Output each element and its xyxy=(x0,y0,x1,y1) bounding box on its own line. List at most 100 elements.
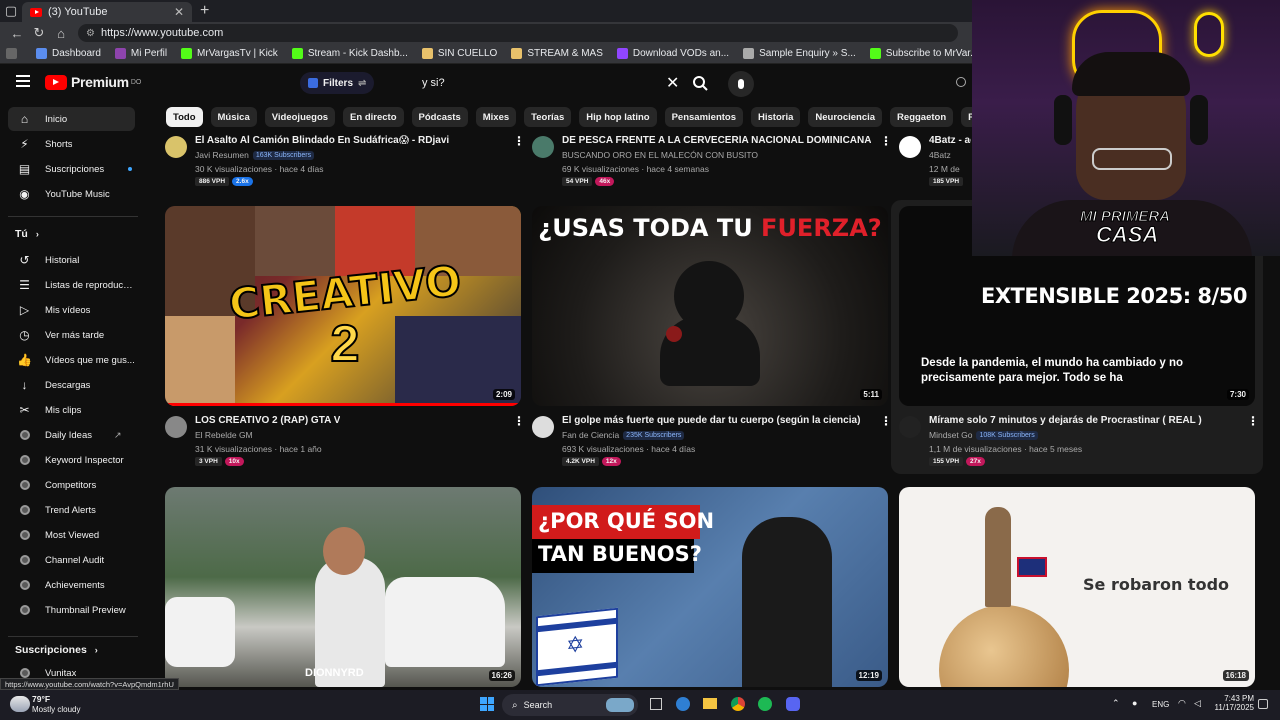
video-thumbnail[interactable]: ¿USAS TODA TU FUERZA? 5:11 xyxy=(532,206,888,406)
youtube-logo[interactable]: Premium DO xyxy=(45,74,141,90)
mic-tray-icon[interactable]: ● xyxy=(1132,698,1137,708)
channel-avatar[interactable] xyxy=(165,416,187,438)
clock[interactable]: 7:43 PM 11/17/2025 xyxy=(1210,694,1254,712)
bookmark-item[interactable]: Sample Enquiry » S... xyxy=(743,48,856,59)
channel-name[interactable]: Fan de Ciencia xyxy=(562,430,619,440)
channel-avatar[interactable] xyxy=(899,136,921,158)
channel-avatar[interactable] xyxy=(165,136,187,158)
video-thumbnail[interactable]: CREATIVO 2 2:09 xyxy=(165,206,521,406)
chip-1[interactable]: Música xyxy=(210,107,257,127)
edge-icon[interactable] xyxy=(676,697,690,711)
discord-icon[interactable] xyxy=(786,697,800,711)
channel-name[interactable]: BUSCANDO ORO EN EL MALECÓN CON BUSITO xyxy=(562,150,758,160)
voice-search-button[interactable] xyxy=(728,71,754,97)
video-title[interactable]: Mírame solo 7 minutos y dejarás de Procr… xyxy=(929,415,1202,426)
bookmark-item[interactable]: Subscribe to MrVar... xyxy=(869,48,978,59)
sidebar-item[interactable]: ▷ Mis vídeos xyxy=(8,298,135,322)
video-thumbnail[interactable]: DIONNYRD 16:26 xyxy=(165,487,521,687)
sidebar-item[interactable]: Channel Audit xyxy=(8,548,135,572)
sidebar-item[interactable]: ↓ Descargas xyxy=(8,373,135,397)
bookmark-item[interactable]: SIN CUELLO xyxy=(421,48,497,59)
home-browser-icon[interactable]: ⌂ xyxy=(50,26,72,41)
bookmark-item[interactable]: Download VODs an... xyxy=(616,48,729,59)
sidebar-item[interactable]: Competitors xyxy=(8,473,135,497)
channel-name[interactable]: 4Batz xyxy=(929,150,951,160)
sidebar-item[interactable]: Keyword Inspector xyxy=(8,448,135,472)
chip-7[interactable]: Hip hop latino xyxy=(579,107,657,127)
spotify-icon[interactable] xyxy=(758,697,772,711)
chip-5[interactable]: Mixes xyxy=(475,107,517,127)
sidebar-item[interactable]: ✂ Mis clips xyxy=(8,398,135,422)
channel-name[interactable]: Javi Resumen xyxy=(195,150,249,160)
weather-desc[interactable]: Mostly cloudy xyxy=(32,705,80,714)
video-title[interactable]: El golpe más fuerte que puede dar tu cue… xyxy=(562,415,860,426)
video-title[interactable]: 4Batz - ac xyxy=(929,135,971,146)
chip-11[interactable]: Reggaeton xyxy=(890,107,954,127)
sidebar-item[interactable]: ▤ Suscripciones xyxy=(8,157,135,181)
file-explorer-icon[interactable] xyxy=(703,698,717,709)
chip-6[interactable]: Teorías xyxy=(524,107,572,127)
chip-0[interactable]: Todo xyxy=(166,107,203,127)
tray-chevron-icon[interactable]: ⌃ xyxy=(1112,698,1120,709)
taskbar-search[interactable]: ⌕ Search xyxy=(502,694,638,716)
sidebar-item[interactable]: Achievements xyxy=(8,573,135,597)
sidebar-item[interactable]: Daily Ideas ↗ xyxy=(8,423,135,447)
sidebar-item[interactable]: ⌂ Inicio xyxy=(8,107,135,131)
filters-button[interactable]: Filters ⇌ xyxy=(300,72,375,94)
volume-icon[interactable]: ◁ xyxy=(1194,698,1201,709)
site-info-icon[interactable]: ⚙ xyxy=(86,28,95,39)
video-thumbnail[interactable]: Se robaron todo 16:18 xyxy=(899,487,1255,687)
sidebar-item[interactable]: 👍 Vídeos que me gus... xyxy=(8,348,135,372)
video-title[interactable]: El Asalto Al Camión Blindado En Sudáfric… xyxy=(195,135,449,146)
sidebar-item[interactable]: ◷ Ver más tarde xyxy=(8,323,135,347)
channel-name[interactable]: El Rebelde GM xyxy=(195,430,253,440)
history-clock-icon[interactable] xyxy=(956,77,966,87)
more-options-icon[interactable]: ⋮ xyxy=(1247,414,1259,428)
chrome-icon[interactable] xyxy=(731,697,745,711)
weather-temp[interactable]: 79°F xyxy=(32,694,50,704)
url-bar[interactable]: ⚙ https://www.youtube.com xyxy=(78,24,958,42)
sidebar-item[interactable]: ☰ Listas de reproducc... xyxy=(8,273,135,297)
sidebar-item[interactable]: Thumbnail Preview xyxy=(8,598,135,622)
bookmark-item[interactable]: Stream - Kick Dashb... xyxy=(291,48,408,59)
more-options-icon[interactable]: ⋮ xyxy=(513,134,525,148)
clear-search-icon[interactable]: ✕ xyxy=(666,73,686,93)
channel-avatar[interactable] xyxy=(899,416,921,438)
language-indicator[interactable]: ENG xyxy=(1152,700,1169,709)
more-options-icon[interactable]: ⋮ xyxy=(513,414,525,428)
weather-icon[interactable] xyxy=(10,696,30,712)
browser-tab-youtube[interactable]: (3) YouTube ✕ xyxy=(22,2,192,22)
video-thumbnail[interactable]: ¿POR QUÉ SON TAN BUENOS? ✡ 12:19 xyxy=(532,487,888,687)
external-link-icon[interactable]: ↗ xyxy=(114,430,122,441)
wifi-icon[interactable]: ◠ xyxy=(1178,698,1186,709)
notifications-icon[interactable] xyxy=(1258,699,1268,709)
task-view-icon[interactable] xyxy=(650,698,662,710)
sidebar-item[interactable]: ⚡ Shorts xyxy=(8,132,135,156)
video-title[interactable]: LOS CREATIVO 2 (RAP) GTA V xyxy=(195,415,340,426)
close-tab-icon[interactable]: ✕ xyxy=(174,5,184,19)
subscriptions-heading[interactable]: Suscripciones › xyxy=(15,644,98,656)
bookmark-item[interactable]: Mi Perfil xyxy=(114,48,167,59)
search-input[interactable]: y si? ✕ xyxy=(414,71,686,95)
video-title[interactable]: DE PESCA FRENTE A LA CERVECERÍA NACIONAL… xyxy=(562,135,871,146)
reload-icon[interactable]: ↻ xyxy=(28,25,50,41)
tab-actions-icon[interactable]: ▢ xyxy=(0,3,22,19)
sidebar-item[interactable]: Most Viewed xyxy=(8,523,135,547)
chip-8[interactable]: Pensamientos xyxy=(664,107,743,127)
more-options-icon[interactable]: ⋮ xyxy=(880,134,892,148)
channel-avatar[interactable] xyxy=(532,136,554,158)
search-button[interactable] xyxy=(688,71,712,95)
chip-3[interactable]: En directo xyxy=(343,107,404,127)
channel-avatar[interactable] xyxy=(532,416,554,438)
chip-4[interactable]: Pódcasts xyxy=(411,107,468,127)
menu-icon[interactable] xyxy=(16,75,30,90)
back-icon[interactable]: ← xyxy=(6,26,28,41)
chip-9[interactable]: Historia xyxy=(751,107,801,127)
channel-name[interactable]: Mindset Go xyxy=(929,430,972,440)
chip-10[interactable]: Neurociencia xyxy=(808,107,883,127)
bookmarks-menu-icon[interactable] xyxy=(6,48,22,59)
sidebar-item[interactable]: ◉ YouTube Music xyxy=(8,182,135,206)
more-options-icon[interactable]: ⋮ xyxy=(880,414,892,428)
chip-2[interactable]: Videojuegos xyxy=(264,107,336,127)
bookmark-item[interactable]: MrVargasTv | Kick xyxy=(181,48,278,59)
